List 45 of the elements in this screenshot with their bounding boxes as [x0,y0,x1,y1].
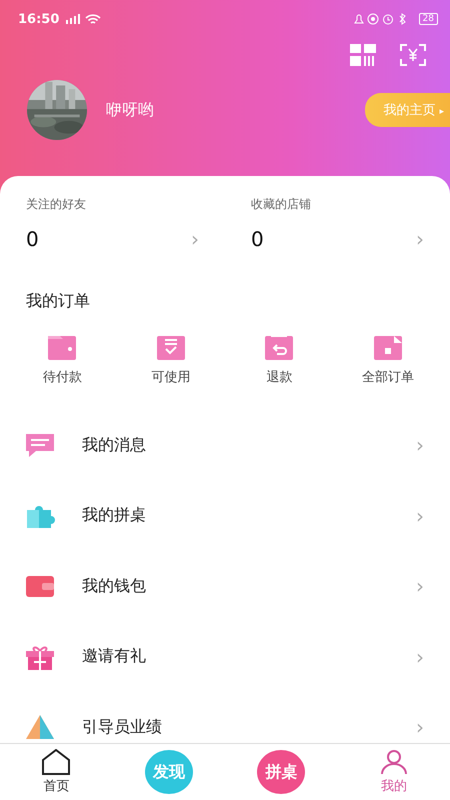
menu-item[interactable]: 我的消息 › [0,410,450,480]
menu-item[interactable]: 我的拼桌 › [0,480,450,551]
stat-item[interactable]: 关注的好友 0 › [0,196,225,251]
stat-label: 关注的好友 [26,196,87,213]
person-icon[interactable] [378,749,409,775]
chevron-icon: › [416,227,424,251]
order-label: 待付款 [42,369,82,386]
menu-label: 我的拼桌 [82,505,147,526]
wifi-icon [85,14,102,24]
menu-label: 我的钱包 [82,576,147,597]
signal-icon [65,14,82,24]
tab-label[interactable]: 首页 [43,777,70,795]
scan-pay-icon[interactable] [400,44,426,66]
menu-label: 引导员业绩 [82,716,163,738]
menu-label: 邀请有礼 [82,646,147,668]
order-label: 可使用 [151,369,190,386]
qr-code-icon[interactable] [350,44,376,66]
chevron-icon: › [416,715,424,740]
order-icon[interactable] [265,334,294,360]
stat-item[interactable]: 收藏的店铺 0 › [225,196,450,251]
order-label: 全部订单 [362,369,414,386]
menu-label: 我的消息 [82,434,147,456]
home-icon[interactable] [41,749,72,775]
order-icon[interactable] [374,334,402,360]
arrow-icon: ▸ [439,107,444,117]
order-icon[interactable] [156,334,185,360]
stat-value: 0 [251,227,264,251]
battery-level: 28 [418,13,438,25]
tab-label[interactable]: 我的 [380,777,407,795]
chevron-icon: › [416,574,424,598]
chevron-icon: › [191,227,199,251]
stat-value: 0 [26,227,39,251]
chevron-icon: › [416,504,424,528]
chevron-icon: › [416,644,424,669]
menu-item[interactable]: 邀请有礼 › [0,622,450,692]
section-title: 我的订单 [25,290,91,312]
status-time: 16:50 [18,12,60,26]
order-icon[interactable] [48,334,76,360]
stat-label: 收藏的店铺 [251,196,312,213]
chevron-icon: › [416,433,424,458]
order-label: 退款 [266,369,292,386]
menu-icon [24,431,56,460]
user-name: 咿呀哟 [106,100,154,120]
menu-icon [24,713,56,742]
menu-item[interactable]: 我的钱包 › [0,551,450,622]
